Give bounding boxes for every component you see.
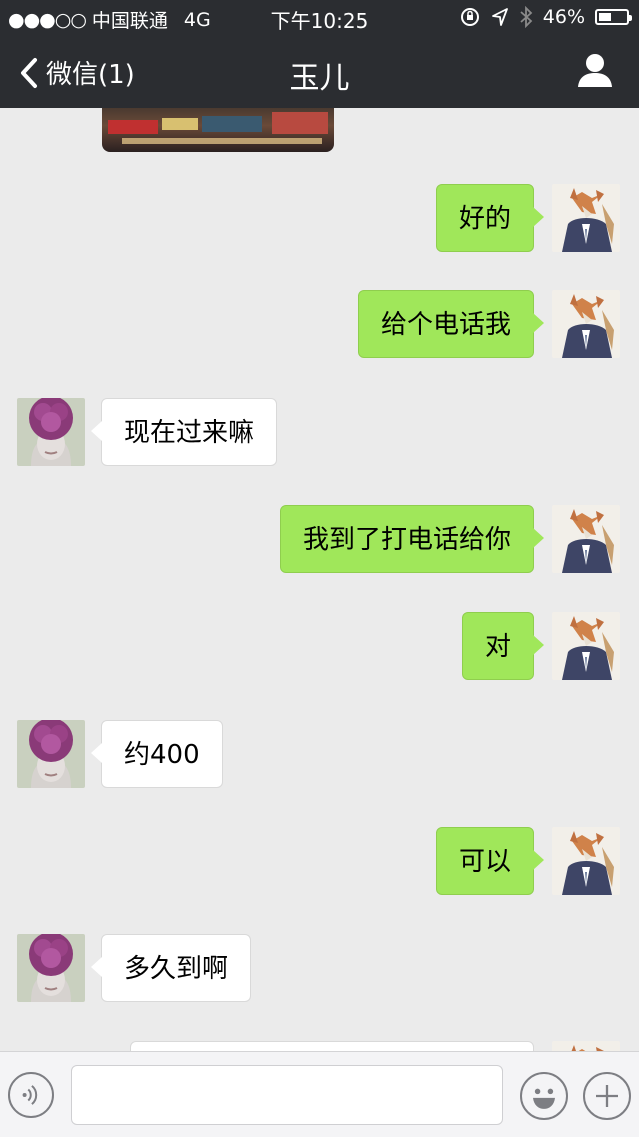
message-row: 好的 xyxy=(0,184,639,254)
my-avatar[interactable] xyxy=(552,290,620,358)
my-avatar[interactable] xyxy=(552,1041,620,1051)
message-row: 对 xyxy=(0,612,639,682)
sent-message-bubble[interactable]: 我到了打电话给你 xyxy=(279,505,545,573)
message-row: 约400 xyxy=(0,720,639,790)
bluetooth-icon xyxy=(520,6,533,28)
sent-message-bubble[interactable]: 可以 xyxy=(435,827,545,895)
received-message-bubble[interactable]: 多久到啊 xyxy=(90,934,252,1002)
profile-icon[interactable] xyxy=(575,50,615,90)
chat-title: 玉儿 xyxy=(289,61,350,96)
battery-percent: 46% xyxy=(542,6,585,28)
contact-avatar[interactable] xyxy=(17,720,85,788)
my-avatar[interactable] xyxy=(552,612,620,680)
sent-message-bubble[interactable]: 给个电话我 xyxy=(357,290,545,358)
received-message-bubble[interactable]: 现在过来嘛 xyxy=(90,398,278,466)
received-message-bubble[interactable]: 约400 xyxy=(91,720,223,788)
chat-area[interactable]: 好的给个电话我现在过来嘛 我到了打电话给你对约400 可以多久到啊 xyxy=(0,108,639,1051)
message-input[interactable] xyxy=(71,1065,503,1125)
voice-icon[interactable] xyxy=(8,1072,54,1118)
location-arrow-icon xyxy=(491,8,508,26)
sent-message-bubble[interactable]: 对 xyxy=(461,612,545,680)
sent-message-bubble[interactable] xyxy=(130,1041,534,1051)
battery-icon xyxy=(595,9,632,25)
emoji-icon[interactable] xyxy=(520,1072,568,1120)
message-row: 给个电话我 xyxy=(0,290,639,360)
photo-message[interactable] xyxy=(102,108,334,152)
message-row: 我到了打电话给你 xyxy=(0,505,639,575)
contact-avatar[interactable] xyxy=(17,934,85,1002)
input-bar xyxy=(0,1051,639,1137)
my-avatar[interactable] xyxy=(552,505,620,573)
message-row: 现在过来嘛 xyxy=(0,398,639,468)
plus-icon[interactable] xyxy=(583,1072,631,1120)
my-avatar[interactable] xyxy=(552,184,620,252)
message-row: 多久到啊 xyxy=(0,934,639,1004)
message-row: 可以 xyxy=(0,827,639,897)
sent-message-bubble[interactable]: 好的 xyxy=(435,184,545,252)
contact-avatar[interactable] xyxy=(17,398,85,466)
lock-rotation-icon xyxy=(460,8,479,26)
status-bar: ●●●○○ 中国联通 4G 下午10:25 46% xyxy=(0,0,639,36)
my-avatar[interactable] xyxy=(552,827,620,895)
message-row xyxy=(0,1041,639,1051)
header: ●●●○○ 中国联通 4G 下午10:25 46% 微信(1) 玉儿 xyxy=(0,0,639,108)
nav-bar: 微信(1) 玉儿 xyxy=(0,36,639,108)
